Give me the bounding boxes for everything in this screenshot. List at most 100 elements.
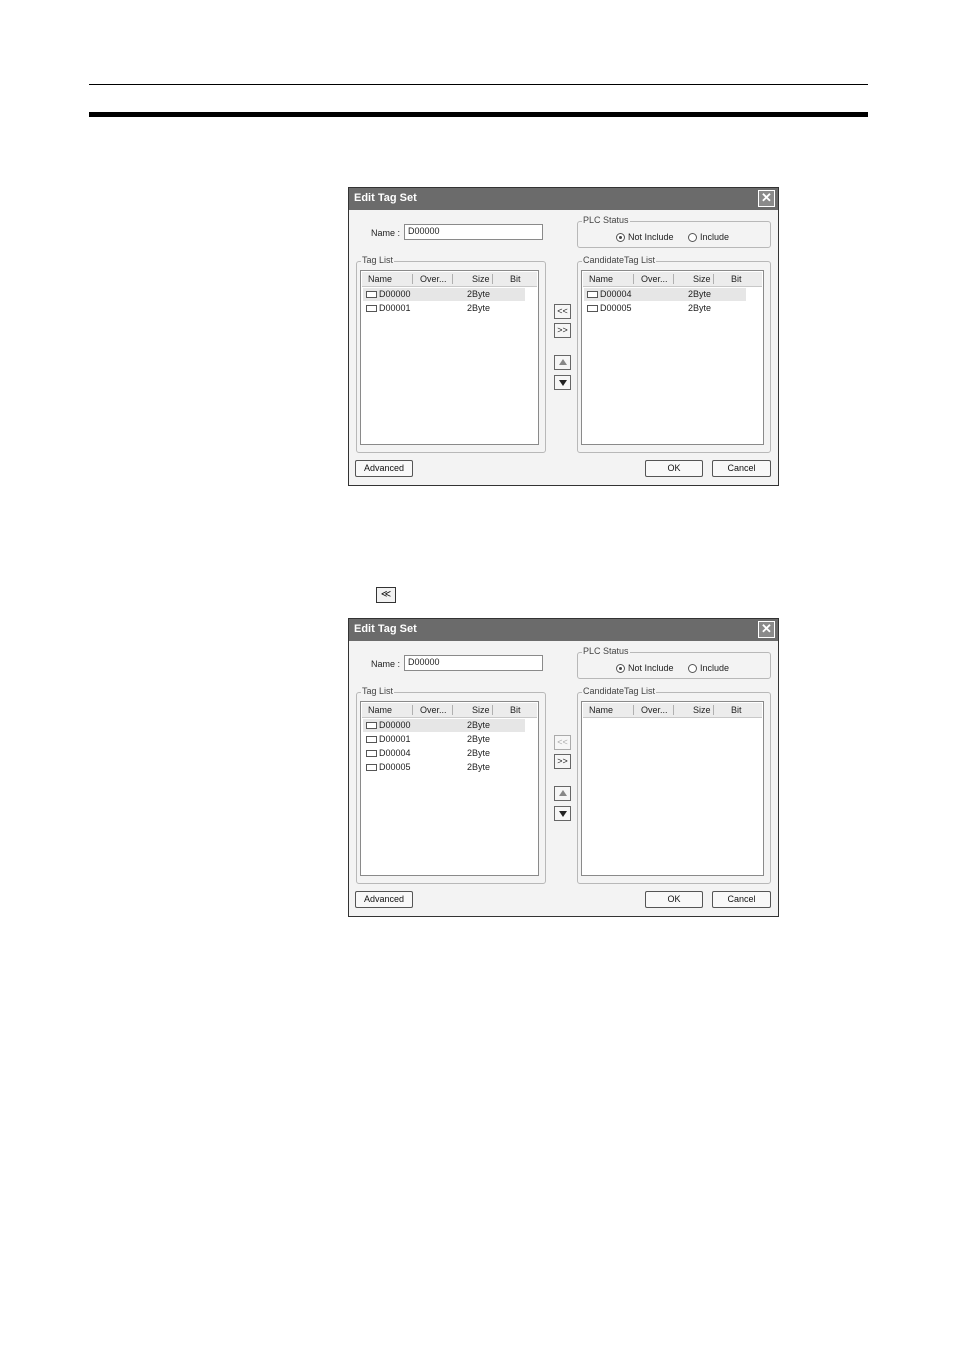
column-header-over[interactable]: Over... xyxy=(420,274,447,284)
move-down-button[interactable] xyxy=(554,375,571,390)
candidate-tag-list-view[interactable]: Name Over... Size Bit xyxy=(581,701,764,876)
edit-tag-set-dialog-after: Edit Tag Set ✕ Name : D00000 PLC Status Not I… xyxy=(348,618,779,917)
column-header-name[interactable]: Name xyxy=(589,274,613,284)
column-header-bit[interactable]: Bit xyxy=(510,705,521,715)
column-header-name[interactable]: Name xyxy=(589,705,613,715)
cancel-button[interactable]: Cancel xyxy=(712,891,771,908)
radio-button-icon[interactable] xyxy=(688,663,697,673)
column-separator[interactable] xyxy=(673,274,674,284)
column-separator[interactable] xyxy=(713,274,714,284)
remove-from-tag-list-button[interactable]: >> xyxy=(554,323,571,338)
edit-tag-set-dialog-before: Edit Tag Set ✕ Name : D00000 PLC Status Not I… xyxy=(348,187,779,486)
tag-name: D00001 xyxy=(379,734,411,744)
column-separator[interactable] xyxy=(452,705,453,715)
tag-size: 2Byte xyxy=(467,720,491,730)
column-header-size[interactable]: Size xyxy=(693,274,711,284)
tag-size: 2Byte xyxy=(467,748,491,758)
column-header-over[interactable]: Over... xyxy=(641,274,668,284)
column-separator[interactable] xyxy=(452,274,453,284)
name-input[interactable]: D00000 xyxy=(404,224,543,240)
column-separator[interactable] xyxy=(492,705,493,715)
dialog-title: Edit Tag Set xyxy=(354,192,417,204)
table-row[interactable]: D00004 2Byte xyxy=(363,747,525,760)
tag-icon xyxy=(587,291,598,298)
cancel-button[interactable]: Cancel xyxy=(712,460,771,477)
tag-icon xyxy=(366,736,377,743)
tag-list-view[interactable]: Name Over... Size Bit D00000 2Byte D00001 2Byte xyxy=(360,270,539,445)
column-header-bit[interactable]: Bit xyxy=(731,705,742,715)
ok-button[interactable]: OK xyxy=(645,460,703,477)
advanced-button[interactable]: Advanced xyxy=(355,460,413,477)
tag-size: 2Byte xyxy=(467,303,491,313)
candidate-tag-list-title: CandidateTag List xyxy=(582,686,657,696)
name-input[interactable]: D00000 xyxy=(404,655,543,671)
table-row[interactable]: D00005 2Byte xyxy=(584,302,746,315)
radio-button-icon[interactable] xyxy=(688,232,697,242)
column-header-over[interactable]: Over... xyxy=(641,705,668,715)
add-to-tag-list-button[interactable]: << xyxy=(554,735,571,750)
tag-name: D00005 xyxy=(379,762,411,772)
column-separator[interactable] xyxy=(713,705,714,715)
close-icon[interactable]: ✕ xyxy=(758,621,775,638)
radio-button-icon[interactable] xyxy=(616,232,625,242)
arrow-up-icon xyxy=(559,359,567,365)
plc-status-label: PLC Status xyxy=(582,646,630,656)
tag-icon xyxy=(366,305,377,312)
table-row[interactable]: D00001 2Byte xyxy=(363,733,525,746)
radio-button-icon[interactable] xyxy=(616,663,625,673)
header-rule-thin xyxy=(89,84,868,85)
tag-list-group: Tag List Name Over... Size Bit D00000 2Byte D00… xyxy=(356,686,546,884)
tag-icon xyxy=(366,291,377,298)
dialog-title: Edit Tag Set xyxy=(354,623,417,635)
table-row[interactable]: D00005 2Byte xyxy=(363,761,525,774)
header-rule-thick xyxy=(89,112,868,117)
move-up-button[interactable] xyxy=(554,355,571,370)
tag-icon xyxy=(366,722,377,729)
column-header-name[interactable]: Name xyxy=(368,274,392,284)
column-header-name[interactable]: Name xyxy=(368,705,392,715)
table-row[interactable]: D00000 2Byte xyxy=(363,288,525,301)
arrow-up-icon xyxy=(559,790,567,796)
tag-list-title: Tag List xyxy=(361,255,395,265)
tag-size: 2Byte xyxy=(688,303,712,313)
remove-from-tag-list-button[interactable]: >> xyxy=(554,754,571,769)
column-header-size[interactable]: Size xyxy=(693,705,711,715)
column-separator[interactable] xyxy=(673,705,674,715)
column-separator[interactable] xyxy=(412,705,413,715)
column-header-bit[interactable]: Bit xyxy=(731,274,742,284)
tag-list-header: Name Over... Size Bit xyxy=(362,272,537,287)
column-separator[interactable] xyxy=(492,274,493,284)
add-to-tag-list-button[interactable]: << xyxy=(554,304,571,319)
tag-name: D00000 xyxy=(379,289,411,299)
ok-button[interactable]: OK xyxy=(645,891,703,908)
column-header-over[interactable]: Over... xyxy=(420,705,447,715)
radio-label: Include xyxy=(700,663,730,673)
column-header-bit[interactable]: Bit xyxy=(510,274,521,284)
column-separator[interactable] xyxy=(633,274,634,284)
title-bar: Edit Tag Set ✕ xyxy=(349,188,778,210)
tag-list-view[interactable]: Name Over... Size Bit D00000 2Byte D00001 2Byte… xyxy=(360,701,539,876)
title-bar: Edit Tag Set ✕ xyxy=(349,619,778,641)
radio-not-include[interactable]: Not Include xyxy=(616,663,674,673)
radio-label: Include xyxy=(700,232,730,242)
close-icon[interactable]: ✕ xyxy=(758,190,775,207)
table-row[interactable]: D00001 2Byte xyxy=(363,302,525,315)
radio-include[interactable]: Include xyxy=(688,232,729,242)
arrow-down-icon xyxy=(559,380,567,386)
candidate-tag-list-group: CandidateTag List Name Over... Size Bit xyxy=(577,686,771,884)
candidate-tag-list-view[interactable]: Name Over... Size Bit D00004 2Byte D00005 2Byte xyxy=(581,270,764,445)
column-header-size[interactable]: Size xyxy=(472,705,490,715)
move-up-button[interactable] xyxy=(554,786,571,801)
move-down-button[interactable] xyxy=(554,806,571,821)
advanced-button[interactable]: Advanced xyxy=(355,891,413,908)
candidate-tag-list-header: Name Over... Size Bit xyxy=(583,703,762,718)
tag-name: D00004 xyxy=(379,748,411,758)
table-row[interactable]: D00004 2Byte xyxy=(584,288,746,301)
tag-icon xyxy=(587,305,598,312)
column-separator[interactable] xyxy=(412,274,413,284)
column-header-size[interactable]: Size xyxy=(472,274,490,284)
column-separator[interactable] xyxy=(633,705,634,715)
radio-include[interactable]: Include xyxy=(688,663,729,673)
table-row[interactable]: D00000 2Byte xyxy=(363,719,525,732)
radio-not-include[interactable]: Not Include xyxy=(616,232,674,242)
